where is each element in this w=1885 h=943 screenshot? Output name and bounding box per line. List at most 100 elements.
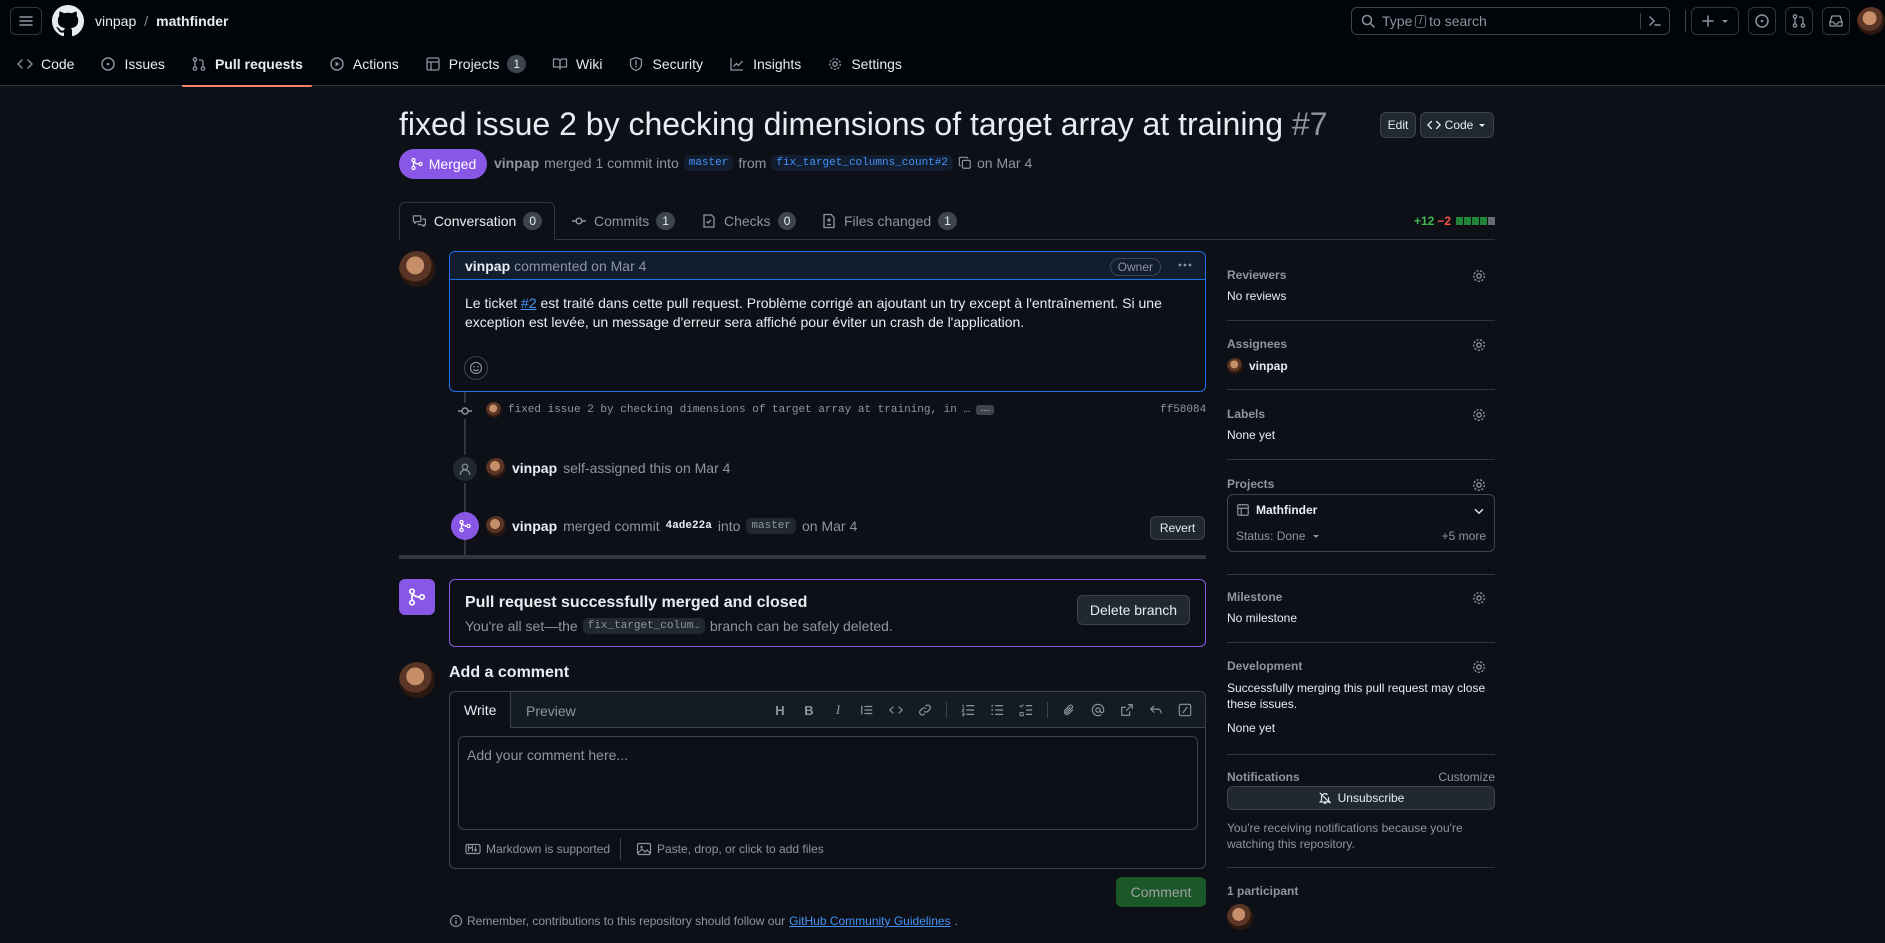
merge-target-branch[interactable]: master [746, 518, 796, 534]
expand-commit-button[interactable]: ··· [976, 405, 995, 415]
revert-button[interactable]: Revert [1150, 516, 1205, 540]
slash-command-icon[interactable] [1177, 702, 1193, 718]
italic-icon[interactable]: I [830, 702, 846, 718]
reply-icon[interactable] [1148, 702, 1164, 718]
project-more-fields[interactable]: +5 more [1442, 529, 1486, 543]
attach-files-button[interactable]: Paste, drop, or click to add files [636, 841, 824, 857]
pull-requests-button[interactable] [1785, 7, 1813, 35]
merge-user[interactable]: vinpap [512, 518, 557, 534]
assign-user-avatar[interactable] [486, 458, 506, 478]
customize-link[interactable]: Customize [1438, 770, 1495, 784]
section-divider [1227, 867, 1495, 868]
assign-user[interactable]: vinpap [512, 460, 557, 476]
markdown-supported-link[interactable]: Markdown is supported [465, 841, 610, 857]
unordered-list-icon[interactable] [989, 702, 1005, 718]
owner-link[interactable]: vinpap [95, 13, 136, 29]
tab-commits[interactable]: Commits 1 [571, 202, 675, 240]
tab-write[interactable]: Write [450, 692, 512, 729]
base-branch[interactable]: master [683, 155, 734, 171]
code-icon[interactable] [888, 702, 904, 718]
reviewers-heading[interactable]: Reviewers [1227, 268, 1495, 282]
inbox-button[interactable] [1822, 7, 1850, 35]
commit-message[interactable]: fixed issue 2 by checking dimensions of … [508, 404, 970, 416]
pr-author-link[interactable]: vinpap [494, 155, 539, 171]
cross-reference-icon[interactable] [1119, 702, 1135, 718]
add-reaction-button[interactable] [464, 356, 488, 380]
gear-icon[interactable] [1471, 659, 1487, 675]
milestone-heading[interactable]: Milestone [1227, 590, 1495, 604]
merge-user-avatar[interactable] [486, 516, 506, 536]
tab-insights[interactable]: Insights [720, 50, 810, 78]
pr-tabs: Conversation 0 Commits 1 Checks 0 Files … [399, 202, 1495, 240]
tab-issues[interactable]: Issues [91, 50, 173, 78]
gear-icon[interactable] [1471, 590, 1487, 606]
tab-pull-requests[interactable]: Pull requests [181, 50, 312, 87]
assign-text: self-assigned this on Mar 4 [563, 460, 731, 476]
tab-files-changed[interactable]: Files changed 1 [821, 202, 957, 240]
commit-author-avatar[interactable] [486, 402, 502, 418]
tab-projects[interactable]: Projects 1 [416, 50, 535, 78]
heading-icon[interactable]: H [772, 702, 788, 718]
pr-title: fixed issue 2 by checking dimensions of … [399, 106, 1328, 143]
edit-title-button[interactable]: Edit [1380, 112, 1416, 138]
comment-submit-button[interactable]: Comment [1116, 877, 1206, 907]
merge-commit-sha[interactable]: 4ade22a [666, 520, 712, 532]
tab-actions[interactable]: Actions [320, 50, 408, 78]
task-list-icon[interactable] [1018, 702, 1034, 718]
assignee-item[interactable]: vinpap [1227, 358, 1495, 374]
project-name-row[interactable]: Mathfinder [1236, 503, 1317, 517]
merge-status-title: Pull request successfully merged and clo… [465, 594, 808, 611]
projects-section: Projects Mathfinder Status: Done +5 more [1227, 477, 1495, 552]
bold-icon[interactable]: B [801, 702, 817, 718]
github-logo-icon[interactable] [52, 5, 84, 37]
comment-author[interactable]: vinpap [465, 258, 510, 274]
assignees-heading[interactable]: Assignees [1227, 337, 1495, 351]
search-input[interactable]: Type / to search [1351, 7, 1670, 35]
issues-button[interactable] [1748, 7, 1776, 35]
projects-heading[interactable]: Projects [1227, 477, 1495, 491]
copy-icon[interactable] [958, 156, 972, 170]
gear-icon[interactable] [1471, 407, 1487, 423]
tab-settings[interactable]: Settings [818, 50, 911, 78]
development-section: Development Successfully merging this pu… [1227, 659, 1495, 735]
code-dropdown-button[interactable]: Code [1420, 112, 1494, 138]
tab-wiki[interactable]: Wiki [543, 50, 611, 78]
command-palette-icon[interactable] [1640, 13, 1663, 29]
delete-branch-button[interactable]: Delete branch [1077, 595, 1190, 625]
chevron-down-icon[interactable] [1472, 504, 1486, 518]
development-heading[interactable]: Development [1227, 659, 1495, 673]
repo-link[interactable]: mathfinder [156, 13, 228, 29]
labels-heading[interactable]: Labels [1227, 407, 1495, 421]
ordered-list-icon[interactable] [960, 702, 976, 718]
comment-editor: Write Preview H B I Add your comment her… [449, 691, 1206, 869]
tab-label: Settings [851, 56, 902, 72]
gear-icon[interactable] [1471, 477, 1487, 493]
tab-preview[interactable]: Preview [512, 692, 590, 729]
gear-icon[interactable] [1471, 268, 1487, 284]
link-icon[interactable] [917, 702, 933, 718]
menu-button[interactable] [10, 7, 42, 35]
tab-checks[interactable]: Checks 0 [701, 202, 797, 240]
project-status-dropdown[interactable]: Status: Done [1236, 529, 1321, 543]
gear-icon[interactable] [1471, 337, 1487, 353]
comment-author-avatar[interactable] [399, 251, 435, 287]
paperclip-icon[interactable] [1061, 702, 1077, 718]
create-new-button[interactable] [1691, 7, 1739, 35]
kebab-horizontal-icon[interactable] [1177, 257, 1193, 273]
quote-icon[interactable] [859, 702, 875, 718]
user-avatar[interactable] [1857, 7, 1885, 35]
tab-security[interactable]: Security [619, 50, 712, 78]
guidelines-link[interactable]: GitHub Community Guidelines [789, 914, 950, 928]
table-icon [1237, 504, 1249, 516]
mention-icon[interactable] [1090, 702, 1106, 718]
assignee-avatar [1227, 358, 1243, 374]
unsubscribe-button[interactable]: Unsubscribe [1227, 786, 1495, 810]
issue-link[interactable]: #2 [521, 295, 537, 311]
tab-code[interactable]: Code [8, 50, 83, 78]
commit-sha[interactable]: ff58084 [1160, 404, 1206, 416]
participant-avatar[interactable] [1227, 904, 1253, 930]
attach-note: Paste, drop, or click to add files [657, 842, 824, 856]
head-branch[interactable]: fix_target_columns_count#2 [771, 155, 953, 171]
tab-conversation[interactable]: Conversation 0 [399, 202, 555, 240]
comment-textarea[interactable]: Add your comment here... [458, 736, 1198, 830]
